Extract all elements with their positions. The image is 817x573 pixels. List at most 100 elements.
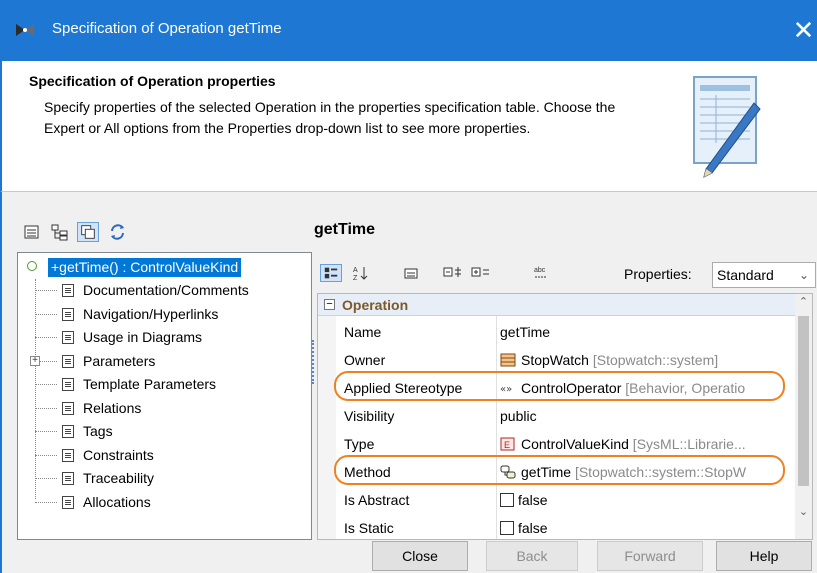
- collapse-icon[interactable]: −: [324, 299, 335, 310]
- forward-button[interactable]: Forward: [597, 541, 703, 571]
- checkbox[interactable]: [500, 521, 514, 535]
- page-icon: [62, 308, 74, 321]
- svg-text:E: E: [504, 440, 510, 450]
- applied-stereotype-highlight: [334, 371, 785, 401]
- specification-document-icon: [693, 76, 761, 178]
- scrollbar-thumb[interactable]: [798, 316, 809, 486]
- operation-icon: [27, 261, 37, 271]
- show-inherited-icon[interactable]: [77, 222, 99, 242]
- expand-icon[interactable]: +: [30, 356, 40, 366]
- property-value[interactable]: false: [500, 492, 790, 508]
- list-view-icon[interactable]: [21, 222, 43, 242]
- tree-item-label: Tags: [83, 423, 113, 439]
- property-value[interactable]: public: [500, 408, 790, 424]
- enumeration-icon: E: [500, 437, 515, 451]
- collapse-all-icon[interactable]: [470, 264, 492, 282]
- property-value[interactable]: StopWatch [Stopwatch::system]: [500, 352, 790, 368]
- checkbox[interactable]: [500, 493, 514, 507]
- property-value-text: StopWatch: [521, 352, 589, 368]
- categorized-view-icon[interactable]: [320, 264, 342, 282]
- block-icon: [500, 353, 516, 367]
- back-button[interactable]: Back: [486, 541, 578, 571]
- property-name: Type: [344, 436, 375, 452]
- property-row[interactable]: Is Static false: [318, 514, 795, 539]
- page-icon: [62, 472, 74, 485]
- property-group-label: Operation: [342, 297, 409, 313]
- page-icon: [62, 496, 74, 509]
- expand-all-icon[interactable]: [442, 264, 464, 282]
- panel-splitter[interactable]: [312, 340, 314, 384]
- svg-text:abc: abc: [534, 267, 546, 274]
- tree-item[interactable]: Navigation/Hyperlinks: [18, 303, 311, 325]
- close-button[interactable]: Close: [372, 541, 468, 571]
- property-row[interactable]: Visibility public: [318, 402, 795, 430]
- scroll-down-icon[interactable]: ⌄: [795, 504, 812, 521]
- tree-item[interactable]: Documentation/Comments: [18, 279, 311, 301]
- dialog-header: Specification of Operation properties Sp…: [0, 61, 817, 191]
- property-value-text: false: [518, 492, 548, 508]
- help-button[interactable]: Help: [716, 541, 812, 571]
- close-window-button[interactable]: ✕: [790, 14, 817, 46]
- property-row[interactable]: Is Abstract false: [318, 486, 795, 514]
- tree-item-label: Allocations: [83, 494, 151, 510]
- tree-item[interactable]: Allocations: [18, 491, 311, 513]
- property-value[interactable]: E ControlValueKind [SysML::Librarie...: [500, 436, 790, 452]
- property-name: Owner: [344, 352, 386, 368]
- property-grid[interactable]: − Operation Name getTime Owner StopWatch [S…: [317, 293, 813, 540]
- tree-view-icon[interactable]: [49, 222, 71, 242]
- properties-label: Properties:: [624, 266, 692, 282]
- property-name: Is Abstract: [344, 492, 410, 508]
- property-row[interactable]: Type E ControlValueKind [SysML::Librarie..…: [318, 430, 795, 458]
- property-value[interactable]: getTime: [500, 324, 790, 340]
- property-value[interactable]: false: [500, 520, 790, 536]
- app-logo-icon: [16, 24, 34, 36]
- page-icon: [62, 402, 74, 415]
- tree-item[interactable]: Template Parameters: [18, 373, 311, 395]
- title-bar: Specification of Operation getTime ✕: [0, 0, 817, 61]
- sort-alphabetical-icon[interactable]: A Z: [350, 264, 372, 282]
- svg-text:Z: Z: [353, 275, 358, 282]
- window-title: Specification of Operation getTime: [52, 20, 282, 37]
- refresh-icon[interactable]: [107, 222, 129, 242]
- tree-item-label: Traceability: [83, 470, 155, 486]
- property-group-header[interactable]: − Operation: [318, 294, 795, 316]
- tree-root-item[interactable]: +getTime() : ControlValueKind: [18, 255, 313, 277]
- svg-text:A: A: [353, 267, 358, 274]
- page-icon: [62, 449, 74, 462]
- property-row[interactable]: Name getTime: [318, 318, 795, 346]
- grid-scrollbar[interactable]: ⌃ ⌄: [795, 294, 812, 539]
- panel-title: getTime: [314, 221, 376, 238]
- tree-root-label: +getTime() : ControlValueKind: [48, 258, 242, 277]
- property-name: Is Static: [344, 520, 394, 536]
- page-icon: [62, 378, 74, 391]
- tree-item[interactable]: Traceability: [18, 467, 311, 489]
- tree-item-label: Navigation/Hyperlinks: [83, 306, 219, 322]
- tree-item[interactable]: + Parameters: [18, 350, 311, 372]
- tree-item[interactable]: Constraints: [18, 444, 311, 466]
- properties-dropdown[interactable]: Standard ⌄: [712, 262, 816, 288]
- property-value-qualifier: [SysML::Librarie...: [628, 436, 746, 452]
- tree-item[interactable]: Usage in Diagrams: [18, 326, 311, 348]
- page-icon: [62, 331, 74, 344]
- tree-item-label: Template Parameters: [83, 376, 217, 392]
- property-row[interactable]: Owner StopWatch [Stopwatch::system]: [318, 346, 795, 374]
- tree-item-label: Parameters: [83, 353, 156, 369]
- tree-item-label: Relations: [83, 400, 142, 416]
- method-highlight: [334, 455, 785, 485]
- specification-tree[interactable]: +getTime() : ControlValueKind Documentat…: [17, 252, 312, 540]
- tree-item[interactable]: Tags: [18, 420, 311, 442]
- chevron-down-icon: ⌄: [798, 268, 809, 282]
- scroll-up-icon[interactable]: ⌃: [795, 294, 812, 311]
- property-name: Name: [344, 324, 382, 340]
- description-panel-icon[interactable]: [400, 264, 422, 282]
- property-value-text: ControlValueKind: [521, 436, 629, 452]
- page-icon: [62, 425, 74, 438]
- tree-item-label: Constraints: [83, 447, 154, 463]
- tree-item-label: Documentation/Comments: [83, 282, 249, 298]
- page-icon: [62, 284, 74, 297]
- spell-check-icon[interactable]: abc: [530, 264, 552, 282]
- property-value-qualifier: [Stopwatch::system]: [588, 352, 719, 368]
- tree-item[interactable]: Relations: [18, 397, 311, 419]
- properties-dropdown-value: Standard: [717, 267, 774, 283]
- property-value-text: false: [518, 520, 548, 536]
